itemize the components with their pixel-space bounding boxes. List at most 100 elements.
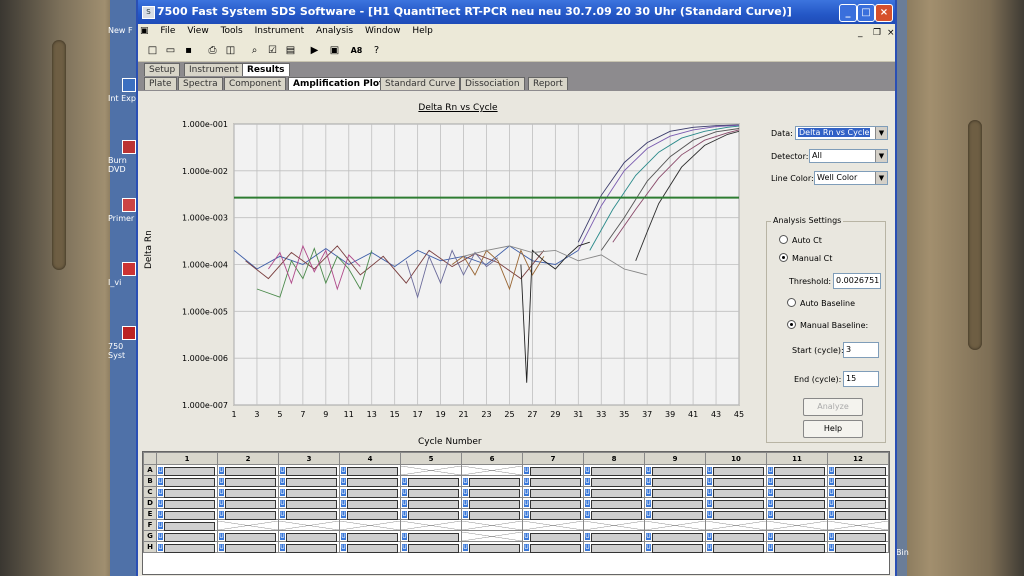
menu-instrument[interactable]: Instrument [251,24,310,36]
data-select[interactable]: Delta Rn vs Cycle ▼ [795,126,888,140]
detector-select[interactable]: All ▼ [809,149,888,163]
plate-well[interactable]: U [644,497,706,509]
plate-row-header[interactable]: C [143,486,157,498]
plate-well[interactable] [339,519,401,531]
plate-well[interactable]: U [400,497,462,509]
plate-well[interactable]: U [522,464,584,476]
plate-column-header[interactable]: 11 [766,452,828,465]
plate-well[interactable]: U [583,497,645,509]
plate-well[interactable] [278,519,340,531]
amplification-plot[interactable]: 1 3 5 7 9 11 13 15 17 19 21 23 25 27 29 31 33 35 37 39 41 43 4… [138,91,758,431]
plate-column-header[interactable]: 3 [278,452,340,465]
plate-well[interactable]: U [766,530,828,542]
plate-well[interactable] [461,464,523,476]
plate-column-header[interactable]: 8 [583,452,645,465]
auto-ct-radio[interactable]: Auto Ct [779,235,822,245]
plate-column-header[interactable]: 4 [339,452,401,465]
plate-well[interactable] [217,519,279,531]
plate-row-header[interactable]: F [143,519,157,531]
menu-view[interactable]: View [183,24,213,36]
plate-column-header[interactable]: 10 [705,452,767,465]
save-icon[interactable]: ▪ [182,44,195,57]
plate-column-header[interactable]: 2 [217,452,279,465]
plate-column-header[interactable]: 1 [156,452,218,465]
close-button[interactable]: × [875,4,893,22]
tab-dissociation[interactable]: Dissociation [460,77,525,90]
plate-well[interactable]: U [278,486,340,498]
plate-well[interactable]: U [217,464,279,476]
plate-row-header[interactable]: B [143,475,157,487]
plate-well[interactable]: U [400,541,462,553]
report-icon[interactable]: ▤ [284,44,297,57]
plate-row-header[interactable]: D [143,497,157,509]
plate-well[interactable]: U [522,530,584,542]
stop-icon[interactable]: ▣ [328,44,341,57]
plate-well[interactable]: U [522,497,584,509]
plate-well[interactable]: U [522,486,584,498]
plate-well[interactable] [827,519,889,531]
plate-well[interactable]: U [583,464,645,476]
plate-well[interactable]: U [766,497,828,509]
plate-well[interactable]: U [400,508,462,520]
plate-well[interactable]: U [827,508,889,520]
plate-well[interactable]: U [522,508,584,520]
plate-well[interactable]: U [644,486,706,498]
menu-help[interactable]: Help [408,24,438,36]
plate-well[interactable]: U [827,475,889,487]
plate-well[interactable]: U [705,541,767,553]
plate-well[interactable]: U [217,541,279,553]
plate-well[interactable]: U [461,497,523,509]
plate-well[interactable]: U [766,486,828,498]
tab-amplification-plot[interactable]: Amplification Plot [288,77,389,90]
help-icon[interactable]: ? [370,44,383,57]
menu-tools[interactable]: Tools [217,24,248,36]
plate-well[interactable]: U [766,508,828,520]
manual-baseline-radio[interactable]: Manual Baseline: [787,320,868,330]
plate-well[interactable]: U [705,475,767,487]
plate-well[interactable]: U [583,541,645,553]
plate-well[interactable]: U [461,508,523,520]
plate-row-header[interactable]: A [143,464,157,476]
plate-well[interactable]: U [705,497,767,509]
plate-well[interactable]: U [705,530,767,542]
plate-well[interactable]: U [827,530,889,542]
plate-well[interactable]: U [705,464,767,476]
tab-setup[interactable]: Setup [144,63,181,76]
plate-well[interactable]: U [766,475,828,487]
tab-spectra[interactable]: Spectra [178,77,223,90]
plate-well[interactable] [461,519,523,531]
plate-well[interactable]: U [156,541,218,553]
plate-well[interactable]: U [766,464,828,476]
plate-well[interactable] [583,519,645,531]
plate-well[interactable]: U [644,508,706,520]
plate-well[interactable]: U [766,541,828,553]
plate-well[interactable]: U [400,475,462,487]
plate-well[interactable]: U [156,497,218,509]
end-cycle-input[interactable]: 15 [843,371,879,387]
plate-well[interactable] [522,519,584,531]
threshold-input[interactable]: 0.0026751 [833,273,881,289]
plate-column-header[interactable]: 12 [827,452,889,465]
plate-well[interactable]: U [156,508,218,520]
plate-well[interactable]: U [339,464,401,476]
plate-well[interactable]: U [583,475,645,487]
plate-well[interactable]: U [644,530,706,542]
plate-well[interactable]: U [339,497,401,509]
plate-well[interactable]: U [461,475,523,487]
plate-column-header[interactable]: 6 [461,452,523,465]
title-bar[interactable]: S 7500 Fast System SDS Software - [H1 Qu… [138,0,895,24]
menu-file[interactable]: File [156,24,180,36]
plate-well[interactable]: U [339,508,401,520]
auto-baseline-radio[interactable]: Auto Baseline [787,298,855,308]
start-cycle-input[interactable]: 3 [843,342,879,358]
plate-well[interactable] [400,464,462,476]
plate-column-header[interactable]: 9 [644,452,706,465]
plate-well[interactable]: U [339,541,401,553]
plate-well[interactable]: U [705,508,767,520]
plate-well[interactable]: U [156,530,218,542]
plate-well[interactable]: U [339,530,401,542]
new-icon[interactable]: □ [146,44,159,57]
plate-column-header[interactable]: 5 [400,452,462,465]
help-button[interactable]: Help [803,420,863,438]
plate-row-header[interactable]: G [143,530,157,542]
